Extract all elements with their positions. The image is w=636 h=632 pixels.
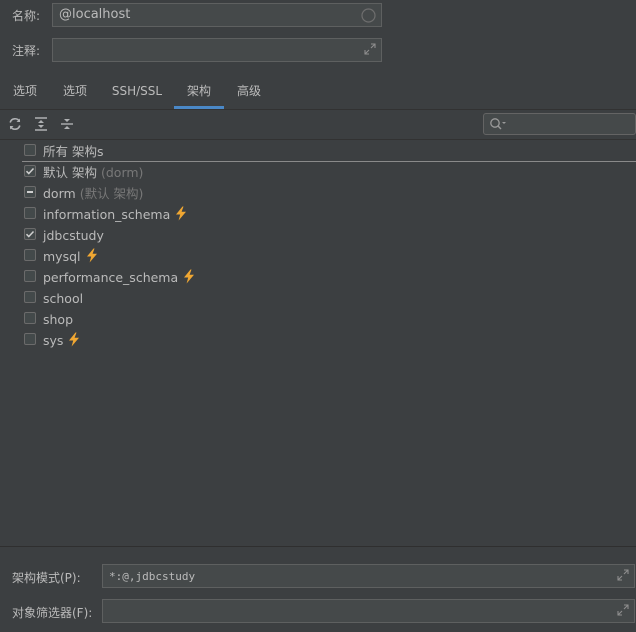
schema-name: mysql (43, 249, 81, 264)
tab-label: 选项 (12, 84, 37, 98)
schema-search-input[interactable] (483, 113, 636, 135)
lightning-icon (176, 206, 187, 221)
checkbox[interactable] (24, 270, 36, 282)
schema-item-label-group: information_schema (43, 204, 188, 225)
checkbox[interactable] (24, 291, 36, 303)
tab-label: 选项 (62, 84, 87, 98)
schema-item-label-group: shop (43, 309, 73, 330)
lightning-icon (69, 332, 80, 347)
schema-pattern-label: 架构模式(P): (12, 571, 81, 585)
schema-item-label-group: dorm (默认 架构) (43, 183, 143, 204)
schema-item-label-group: performance_schema (43, 267, 196, 288)
collapse-all-icon[interactable] (59, 116, 75, 132)
checkbox-checked[interactable] (24, 228, 36, 240)
schema-name: 默认 架构 (43, 165, 97, 180)
schema-name: sys (43, 333, 64, 348)
status-circle-icon (361, 8, 376, 23)
schema-toolbar (0, 109, 636, 140)
expand-all-icon[interactable] (33, 116, 49, 132)
schema-item-label-group: 默认 架构 (dorm) (43, 162, 143, 183)
tab-bar: 选项 选项 SSH/SSL 架构 高级 (0, 80, 636, 109)
tab-ssh-ssl[interactable]: SSH/SSL (104, 80, 170, 109)
checkbox[interactable] (24, 333, 36, 345)
schema-name: performance_schema (43, 270, 179, 285)
list-divider (22, 161, 636, 162)
name-value: @localhost (59, 7, 131, 22)
checkbox-partial[interactable] (24, 186, 36, 198)
comment-field[interactable] (52, 38, 382, 62)
schema-name: school (43, 291, 84, 306)
schema-hint: (dorm) (100, 165, 144, 180)
schema-pattern-field[interactable]: *:@,jdbcstudy (102, 564, 635, 588)
search-icon (490, 118, 506, 130)
schema-hint: (默认 架构) (79, 186, 144, 201)
schema-item-label-group: school (43, 288, 83, 309)
lightning-icon (86, 248, 97, 263)
schema-name: information_schema (43, 207, 171, 222)
schema-name: jdbcstudy (43, 228, 104, 243)
refresh-icon[interactable] (7, 116, 23, 132)
tab-advanced[interactable]: 高级 (228, 80, 270, 109)
name-label: 名称: (12, 9, 41, 23)
schema-name: dorm (43, 186, 76, 201)
schema-name: 所有 架构s (43, 144, 104, 159)
object-filter-label: 对象筛选器(F): (12, 606, 93, 620)
bottom-panel: 架构模式(P): *:@,jdbcstudy 对象筛选器(F): (0, 546, 636, 632)
checkbox[interactable] (24, 144, 36, 156)
tab-options-2[interactable]: 选项 (55, 80, 95, 109)
expand-icon[interactable] (617, 569, 629, 581)
tab-label: 架构 (186, 84, 211, 98)
lightning-icon (184, 269, 195, 284)
expand-icon[interactable] (364, 43, 376, 55)
schema-pattern-value: *:@,jdbcstudy (109, 570, 196, 583)
checkbox[interactable] (24, 312, 36, 324)
schema-item-label-group: sys (43, 330, 81, 351)
object-filter-field[interactable] (102, 599, 635, 623)
comment-label: 注释: (12, 44, 41, 58)
schema-item-label-group: 所有 架构s (43, 141, 104, 162)
tab-schemas[interactable]: 架构 (174, 80, 224, 109)
schema-name: shop (43, 312, 74, 327)
checkbox-checked[interactable] (24, 165, 36, 177)
checkbox[interactable] (24, 207, 36, 219)
expand-icon[interactable] (617, 604, 629, 616)
tab-label: 高级 (236, 84, 261, 98)
checkbox[interactable] (24, 249, 36, 261)
name-field[interactable]: @localhost (52, 3, 382, 27)
schema-item-label-group: mysql (43, 246, 99, 267)
tab-options-1[interactable]: 选项 (4, 80, 46, 109)
tab-label: SSH/SSL (111, 84, 163, 98)
schema-item-label-group: jdbcstudy (43, 225, 104, 246)
